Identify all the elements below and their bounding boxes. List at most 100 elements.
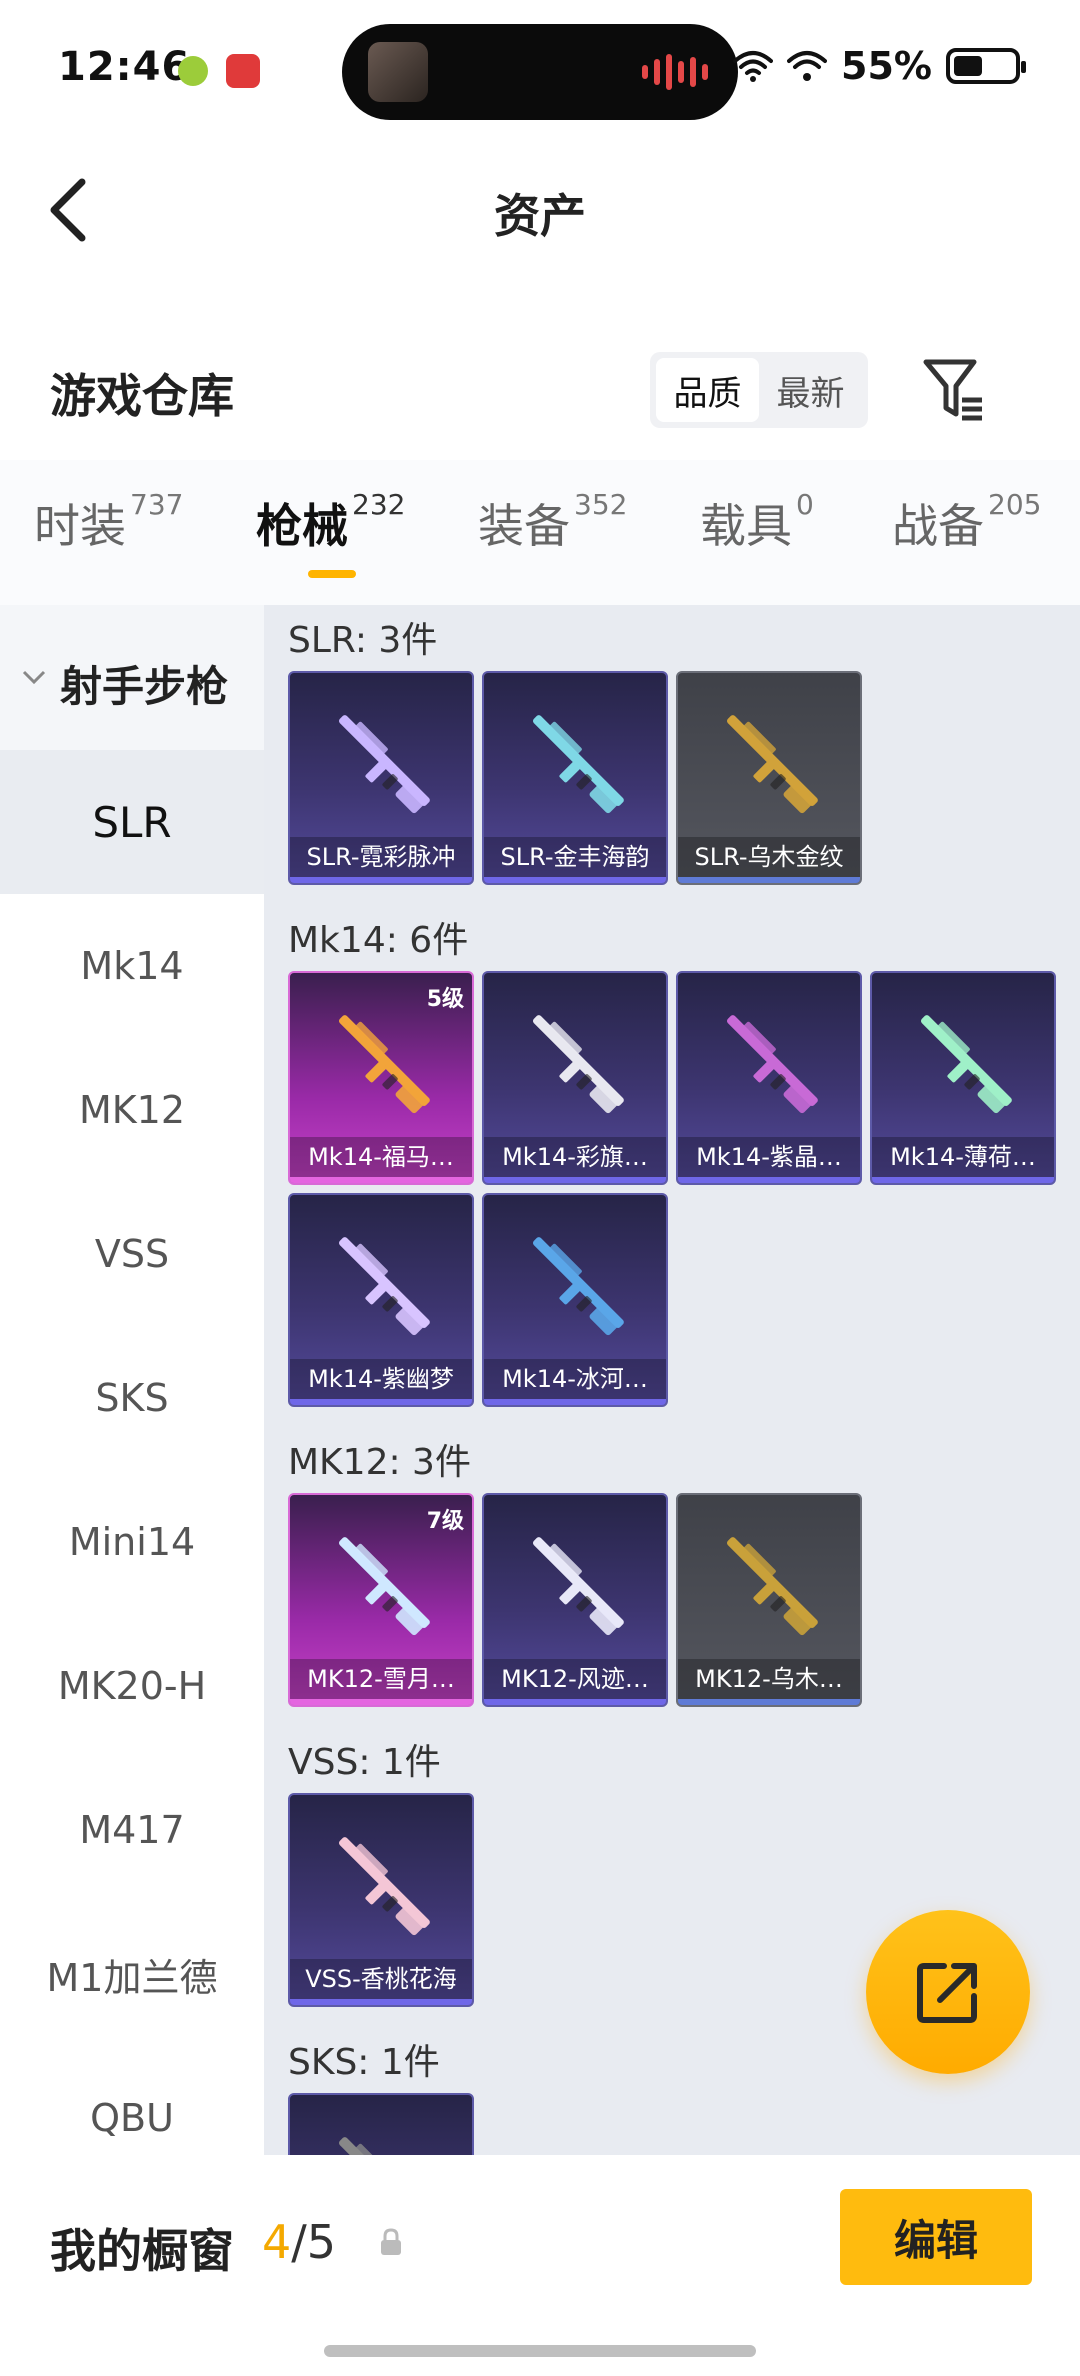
card-tier-bar	[678, 877, 860, 883]
weapon-card[interactable]: Mk14-紫晶…	[676, 971, 862, 1185]
share-export-icon	[917, 1963, 977, 2023]
home-indicator[interactable]	[324, 2345, 756, 2357]
card-label: Mk14-紫幽梦	[290, 1359, 472, 1399]
section-title: MK12: 3件	[288, 1442, 471, 1483]
top-nav: 资产	[0, 140, 1080, 270]
weapon-card[interactable]: Mk14-紫幽梦	[288, 1193, 474, 1407]
tab-count: 0	[796, 488, 814, 521]
rifle-icon	[338, 1837, 430, 1936]
status-bar: 12:46 55%	[0, 0, 1080, 130]
card-level-badge: 7级	[426, 1509, 464, 1534]
active-tab-indicator	[308, 570, 356, 578]
card-label: Mk14-福马…	[290, 1137, 472, 1177]
sidebar-item-slr[interactable]: SLR	[0, 750, 264, 894]
card-tier-bar	[484, 1699, 666, 1705]
weapon-card[interactable]: Mk14-冰河…	[482, 1193, 668, 1407]
tab-label: 装备	[478, 499, 570, 553]
section-title: SKS: 1件	[288, 2042, 440, 2083]
rifle-icon	[338, 1537, 430, 1636]
warehouse-header: 游戏仓库 品质 最新	[0, 330, 1080, 460]
card-label: SLR-金丰海韵	[484, 837, 666, 877]
weapon-card[interactable]: VSS-香桃花海	[288, 1793, 474, 2007]
sidebar-group-label: 射手步枪	[60, 662, 229, 711]
battery-percent: 55%	[841, 44, 932, 88]
tab-guns[interactable]: 枪械 232	[256, 488, 405, 556]
card-tier-bar	[678, 1699, 860, 1705]
weapon-card[interactable]: SLR-金丰海韵	[482, 671, 668, 885]
assets-page: 12:46 55% 资产 游戏仓库 品质 最新 时装 737 枪械 232 装备…	[0, 0, 1080, 2376]
sidebar-item-mk14[interactable]: Mk14	[0, 894, 264, 1038]
card-tier-bar	[872, 1177, 1054, 1183]
weapon-card[interactable]	[288, 2093, 474, 2155]
rifle-icon	[338, 715, 430, 814]
sidebar-item-mini14[interactable]: Mini14	[0, 1470, 264, 1614]
showcase-label: 我的橱窗	[50, 2224, 234, 2278]
weapon-card[interactable]: MK12-风迹…	[482, 1493, 668, 1707]
weapon-card[interactable]: MK12-乌木…	[676, 1493, 862, 1707]
section-title: SLR: 3件	[288, 620, 438, 661]
card-tier-bar	[290, 1177, 472, 1183]
edit-button[interactable]: 编辑	[840, 2189, 1032, 2285]
sidebar-item-m1-garand[interactable]: M1加兰德	[0, 1902, 264, 2046]
status-right: 55%	[733, 44, 1026, 88]
sidebar-group-marksman[interactable]: 射手步枪	[0, 605, 264, 750]
app-icon-green	[178, 56, 208, 86]
wifi-icon	[733, 51, 774, 82]
tab-fashion[interactable]: 时装 737	[34, 488, 184, 556]
battery-fill	[954, 56, 983, 76]
tab-equipment[interactable]: 装备 352	[478, 488, 627, 556]
tab-count: 205	[988, 488, 1042, 521]
dynamic-island[interactable]	[342, 24, 738, 120]
sort-latest-button[interactable]: 最新	[759, 358, 862, 422]
warehouse-title: 游戏仓库	[50, 369, 234, 423]
sidebar-item-m417[interactable]: M417	[0, 1758, 264, 1902]
rifle-icon	[726, 715, 818, 814]
chevron-down-icon	[22, 670, 46, 685]
card-label: MK12-风迹…	[484, 1659, 666, 1699]
signal-icon	[787, 51, 828, 81]
weapon-card[interactable]: 7级 MK12-雪月…	[288, 1493, 474, 1707]
share-button[interactable]	[866, 1910, 1030, 2074]
tab-supplies[interactable]: 战备 205	[892, 488, 1042, 556]
card-tier-bar	[484, 1399, 666, 1405]
card-label: SLR-乌木金纹	[678, 837, 860, 877]
filter-icon[interactable]	[922, 354, 986, 426]
sidebar-item-mk20h[interactable]: MK20-H	[0, 1614, 264, 1758]
showcase-count-current: 4	[262, 2215, 292, 2269]
card-tier-bar	[678, 1177, 860, 1183]
rifle-icon	[338, 1015, 430, 1114]
rifle-icon	[338, 1237, 430, 1336]
weapon-card[interactable]: SLR-霓彩脉冲	[288, 671, 474, 885]
app-icon-red	[226, 54, 260, 88]
weapon-card[interactable]: Mk14-彩旗…	[482, 971, 668, 1185]
section-title: VSS: 1件	[288, 1742, 441, 1783]
tab-label: 时装	[34, 499, 126, 553]
weapon-card[interactable]: Mk14-薄荷…	[870, 971, 1056, 1185]
card-tier-bar	[290, 1999, 472, 2005]
sidebar-item-mk12[interactable]: MK12	[0, 1038, 264, 1182]
weapon-card[interactable]: SLR-乌木金纹	[676, 671, 862, 885]
battery-icon	[946, 48, 1026, 84]
sidebar-item-vss[interactable]: VSS	[0, 1182, 264, 1326]
now-playing-thumbnail	[368, 42, 428, 102]
status-time: 12:46	[58, 44, 191, 90]
tab-label: 枪械	[256, 499, 348, 553]
showcase-bar: 我的橱窗 4/5 编辑	[0, 2155, 1080, 2376]
card-label: Mk14-薄荷…	[872, 1137, 1054, 1177]
rifle-icon	[726, 1537, 818, 1636]
card-label: MK12-雪月…	[290, 1659, 472, 1699]
showcase-count: 4/5	[262, 2215, 337, 2269]
weapon-card[interactable]: 5级 Mk14-福马…	[288, 971, 474, 1185]
card-tier-bar	[484, 1177, 666, 1183]
tab-count: 737	[130, 488, 184, 521]
sidebar-item-sks[interactable]: SKS	[0, 1326, 264, 1470]
tab-vehicles[interactable]: 载具 0	[700, 488, 814, 556]
sort-quality-button[interactable]: 品质	[656, 358, 759, 422]
section-title: Mk14: 6件	[288, 920, 469, 961]
tab-label: 战备	[892, 499, 984, 553]
card-label: MK12-乌木…	[678, 1659, 860, 1699]
weapon-sidebar: 射手步枪 SLR Mk14 MK12 VSS SKS Mini14 MK20-H…	[0, 605, 264, 2155]
card-label: Mk14-紫晶…	[678, 1137, 860, 1177]
card-label: Mk14-冰河…	[484, 1359, 666, 1399]
rifle-icon	[532, 715, 624, 814]
